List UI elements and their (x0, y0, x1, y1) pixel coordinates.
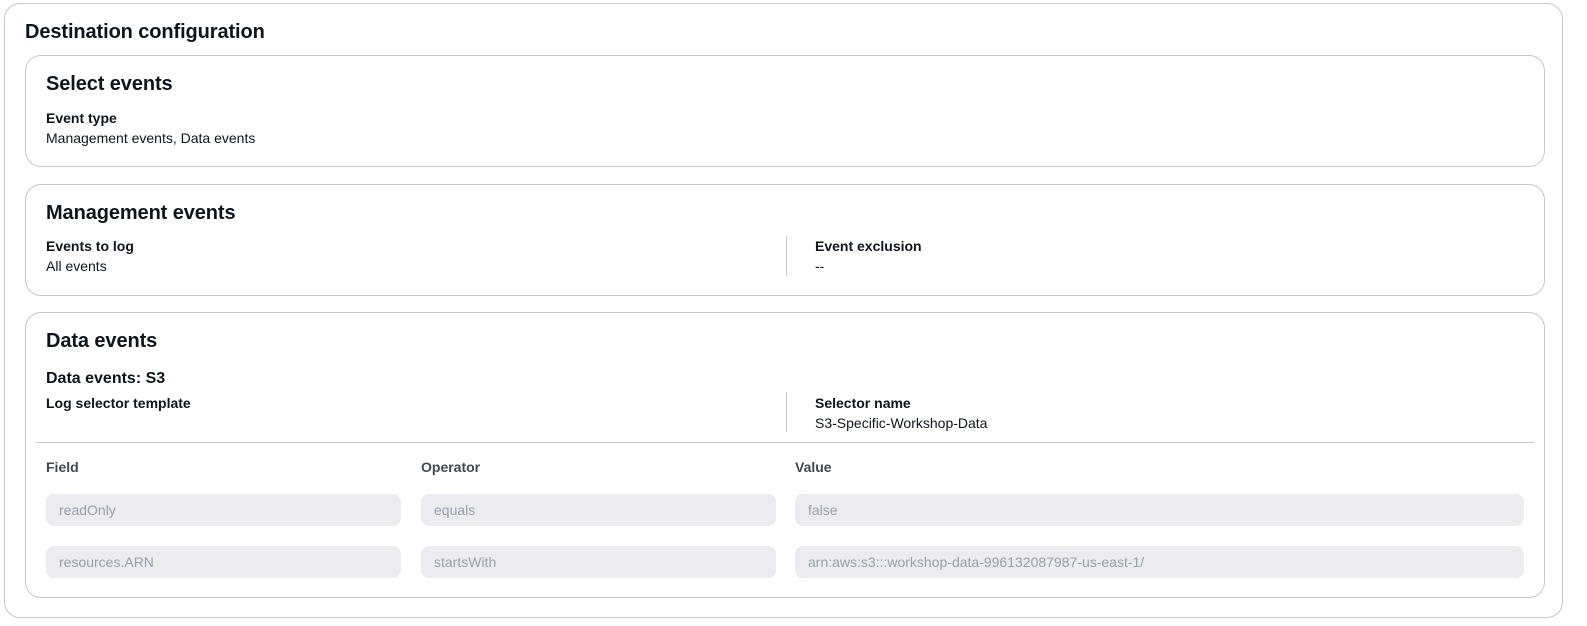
value-input-arn: arn:aws:s3:::workshop-data-996132087987-… (795, 546, 1524, 578)
page-title: Destination configuration (25, 21, 265, 43)
selector-name-label: Selector name (815, 395, 911, 411)
events-to-log-value: All events (46, 258, 107, 274)
field-input-readonly: readOnly (46, 494, 401, 526)
event-type-label: Event type (46, 110, 117, 126)
event-exclusion-value: -- (815, 258, 825, 274)
management-events-card: Management events Events to log All even… (25, 184, 1545, 296)
operator-input-startswith: startsWith (421, 546, 776, 578)
column-divider (786, 236, 787, 276)
data-events-s3-subheading: Data events: S3 (46, 370, 166, 387)
select-events-card: Select events Event type Management even… (25, 55, 1545, 167)
column-header-field: Field (46, 459, 79, 475)
event-exclusion-label: Event exclusion (815, 238, 922, 254)
event-type-value: Management events, Data events (46, 130, 256, 146)
field-input-resources-arn: resources.ARN (46, 546, 401, 578)
data-events-title: Data events (46, 330, 158, 352)
log-selector-template-label: Log selector template (46, 395, 191, 411)
value-input-false: false (795, 494, 1524, 526)
column-header-value: Value (795, 459, 832, 475)
management-events-title: Management events (46, 202, 236, 224)
data-events-card: Data events Data events: S3 Log selector… (25, 312, 1545, 598)
operator-input-equals: equals (421, 494, 776, 526)
events-to-log-label: Events to log (46, 238, 134, 254)
select-events-title: Select events (46, 73, 173, 95)
selector-name-value: S3-Specific-Workshop-Data (815, 415, 988, 431)
destination-configuration-container: Destination configuration Select events … (4, 3, 1563, 618)
column-header-operator: Operator (421, 459, 481, 475)
column-divider (786, 392, 787, 432)
section-divider (36, 442, 1534, 443)
